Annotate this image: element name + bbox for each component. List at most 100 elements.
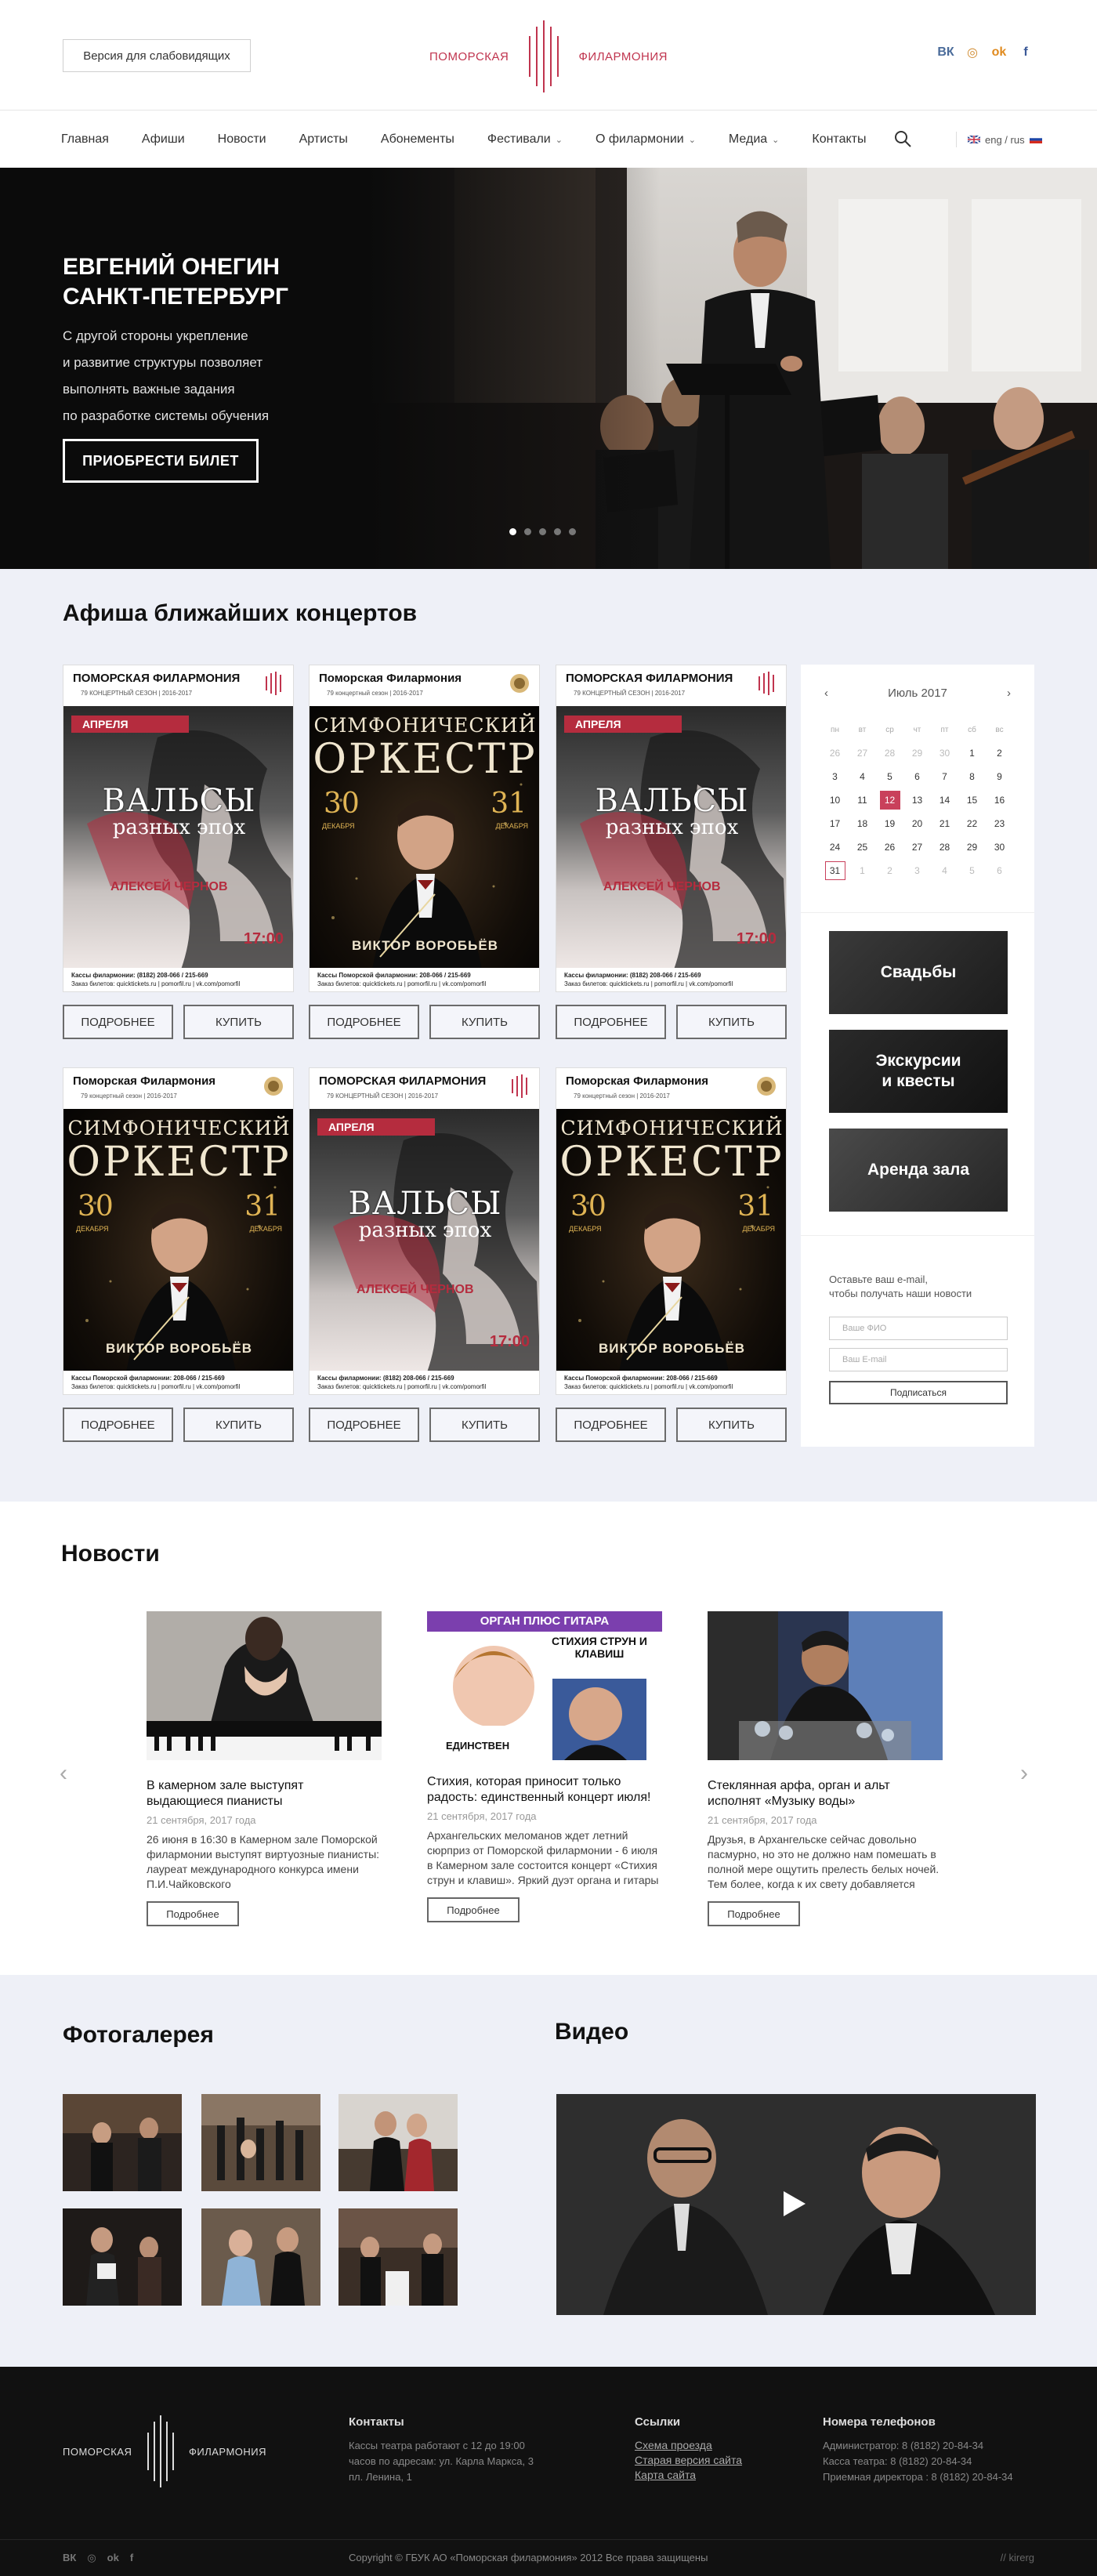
calendar-day[interactable]: 26 <box>876 842 903 853</box>
slider-dot[interactable] <box>524 528 531 535</box>
play-icon[interactable] <box>784 2191 806 2216</box>
calendar-day[interactable]: 16 <box>986 795 1013 806</box>
calendar-day[interactable]: 17 <box>821 818 849 829</box>
weddings-tile[interactable]: Свадьбы <box>829 931 1008 1014</box>
calendar-day[interactable]: 30 <box>931 748 958 759</box>
news-prev-icon[interactable]: ‹ <box>60 1760 67 1787</box>
language-switcher[interactable]: eng / rus <box>956 132 1042 147</box>
calendar-day[interactable]: 23 <box>986 818 1013 829</box>
concert-poster[interactable]: Поморская Филармония 79 концертный сезон … <box>309 665 540 992</box>
concert-poster[interactable]: ПОМОРСКАЯ ФИЛАРМОНИЯ 79 КОНЦЕРТНЫЙ СЕЗОН … <box>556 665 787 992</box>
buy-button[interactable]: КУПИТЬ <box>429 1005 540 1039</box>
buy-button[interactable]: КУПИТЬ <box>429 1408 540 1442</box>
vk-icon[interactable]: ВК <box>937 44 954 61</box>
news-next-icon[interactable]: › <box>1020 1760 1028 1787</box>
news-item[interactable]: Стеклянная арфа, орган и альт исполнят «… <box>708 1611 943 1926</box>
calendar-day[interactable]: 31 <box>824 861 845 880</box>
calendar-day[interactable]: 25 <box>849 842 876 853</box>
concert-poster[interactable]: ПОМОРСКАЯ ФИЛАРМОНИЯ 79 КОНЦЕРТНЫЙ СЕЗОН … <box>63 665 294 992</box>
gallery-photo[interactable] <box>201 2094 320 2191</box>
more-button[interactable]: ПОДРОБНЕЕ <box>556 1005 666 1039</box>
concert-poster[interactable]: Поморская Филармония 79 концертный сезон … <box>63 1067 294 1395</box>
footer-link-directions[interactable]: Схема проезда <box>635 2438 742 2453</box>
calendar-day[interactable]: 3 <box>903 865 931 876</box>
news-more-button[interactable]: Подробнее <box>708 1901 800 1926</box>
buy-button[interactable]: КУПИТЬ <box>676 1408 787 1442</box>
news-item[interactable]: В камерном зале выступят выдающиеся пиан… <box>147 1611 382 1926</box>
slider-dot[interactable] <box>554 528 561 535</box>
concert-poster[interactable]: ПОМОРСКАЯ ФИЛАРМОНИЯ 79 КОНЦЕРТНЫЙ СЕЗОН … <box>309 1067 540 1395</box>
calendar-day[interactable]: 2 <box>876 865 903 876</box>
subscribe-button[interactable]: Подписаться <box>829 1381 1008 1404</box>
calendar-day[interactable]: 7 <box>931 771 958 782</box>
calendar-day[interactable]: 20 <box>903 818 931 829</box>
calendar-day[interactable]: 30 <box>986 842 1013 853</box>
news-title[interactable]: Стихия, которая приносит только радость:… <box>427 1774 662 1807</box>
calendar-day[interactable]: 27 <box>903 842 931 853</box>
subscribe-email-field[interactable]: Ваш E-mail <box>829 1348 1008 1371</box>
footer-developer-credit[interactable]: // kirerg <box>1001 2552 1034 2563</box>
buy-button[interactable]: КУПИТЬ <box>676 1005 787 1039</box>
more-button[interactable]: ПОДРОБНЕЕ <box>63 1005 173 1039</box>
calendar-day[interactable]: 14 <box>931 795 958 806</box>
calendar-today[interactable]: 12 <box>879 791 900 810</box>
instagram-icon[interactable]: ◎ <box>87 2552 96 2564</box>
gallery-photo[interactable] <box>339 2208 458 2306</box>
video-player[interactable] <box>556 2094 1036 2315</box>
facebook-icon[interactable]: f <box>130 2552 133 2564</box>
calendar-day[interactable]: 13 <box>903 795 931 806</box>
calendar-day[interactable]: 21 <box>931 818 958 829</box>
concert-poster[interactable]: Поморская Филармония 79 концертный сезон … <box>556 1067 787 1395</box>
news-more-button[interactable]: Подробнее <box>147 1901 239 1926</box>
nav-item-2[interactable]: Афиши <box>142 132 185 147</box>
gallery-photo[interactable] <box>63 2094 182 2191</box>
calendar-day[interactable]: 29 <box>903 748 931 759</box>
calendar-day[interactable]: 5 <box>958 865 986 876</box>
footer-link-old-site[interactable]: Старая версия сайта <box>635 2453 742 2468</box>
calendar-day[interactable]: 4 <box>849 771 876 782</box>
calendar-next-icon[interactable]: › <box>1007 687 1011 700</box>
nav-item-1[interactable]: Главная <box>61 132 109 147</box>
news-title[interactable]: В камерном зале выступят выдающиеся пиан… <box>147 1778 382 1811</box>
buy-ticket-button[interactable]: ПРИОБРЕСТИ БИЛЕТ <box>63 439 259 483</box>
calendar-day[interactable]: 19 <box>876 818 903 829</box>
calendar-day[interactable]: 4 <box>931 865 958 876</box>
more-button[interactable]: ПОДРОБНЕЕ <box>556 1408 666 1442</box>
calendar-day[interactable]: 5 <box>876 771 903 782</box>
buy-button[interactable]: КУПИТЬ <box>183 1408 294 1442</box>
nav-item-3[interactable]: Новости <box>218 132 266 147</box>
calendar-day[interactable]: 22 <box>958 818 986 829</box>
calendar-day[interactable]: 6 <box>903 771 931 782</box>
calendar-day[interactable]: 1 <box>849 865 876 876</box>
slider-dot[interactable] <box>509 528 516 535</box>
nav-item-8[interactable]: Медиа ⌄ <box>729 132 779 147</box>
calendar-day[interactable]: 26 <box>821 748 849 759</box>
vk-icon[interactable]: ВК <box>63 2552 76 2564</box>
calendar-day[interactable]: 8 <box>958 771 986 782</box>
footer-link-sitemap[interactable]: Карта сайта <box>635 2468 742 2483</box>
more-button[interactable]: ПОДРОБНЕЕ <box>63 1408 173 1442</box>
hall-rental-tile[interactable]: Аренда зала <box>829 1129 1008 1212</box>
accessibility-version-button[interactable]: Версия для слабовидящих <box>63 39 251 72</box>
calendar-day[interactable]: 29 <box>958 842 986 853</box>
calendar-day[interactable]: 18 <box>849 818 876 829</box>
buy-button[interactable]: КУПИТЬ <box>183 1005 294 1039</box>
slider-dot[interactable] <box>539 528 546 535</box>
news-title[interactable]: Стеклянная арфа, орган и альт исполнят «… <box>708 1778 943 1811</box>
nav-item-6[interactable]: Фестивали ⌄ <box>487 132 563 147</box>
gallery-photo[interactable] <box>63 2208 182 2306</box>
calendar-day[interactable]: 10 <box>821 795 849 806</box>
odnoklassniki-icon[interactable]: ok <box>107 2552 119 2564</box>
more-button[interactable]: ПОДРОБНЕЕ <box>309 1408 419 1442</box>
calendar-day[interactable]: 28 <box>876 748 903 759</box>
instagram-icon[interactable]: ◎ <box>964 44 981 61</box>
calendar-day[interactable]: 6 <box>986 865 1013 876</box>
footer-logo[interactable]: ПОМОРСКАЯ ФИЛАРМОНИЯ <box>63 2415 266 2487</box>
calendar-day[interactable]: 28 <box>931 842 958 853</box>
more-button[interactable]: ПОДРОБНЕЕ <box>309 1005 419 1039</box>
search-icon[interactable] <box>893 129 912 148</box>
nav-item-7[interactable]: О филармонии ⌄ <box>596 132 696 147</box>
calendar-day[interactable]: 1 <box>958 748 986 759</box>
site-logo[interactable]: ПОМОРСКАЯ ФИЛАРМОНИЯ <box>429 20 668 92</box>
slider-dot[interactable] <box>569 528 576 535</box>
